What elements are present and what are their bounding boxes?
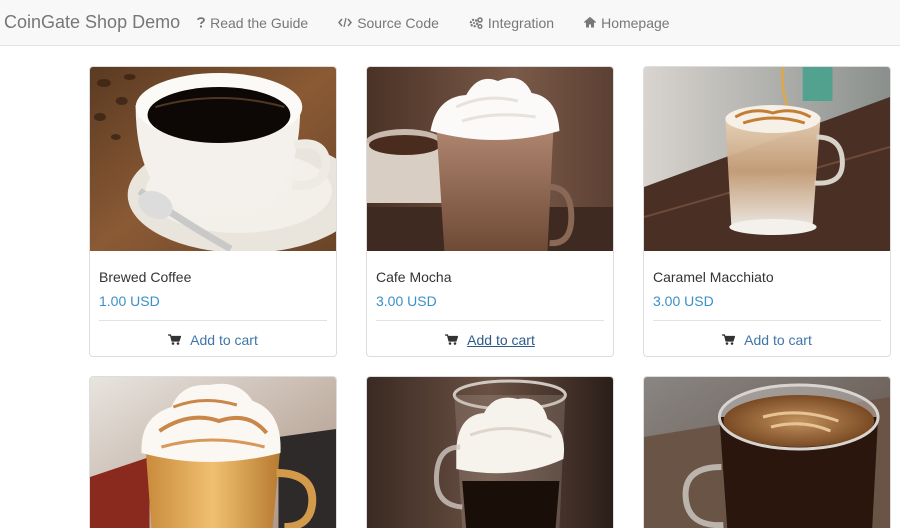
brewed-coffee-photo: [90, 67, 336, 251]
product-price: 3.00 USD: [376, 293, 437, 309]
glass-coffee-whipped-photo: [367, 377, 613, 528]
shopping-cart-icon: [168, 334, 182, 345]
espresso-glass-photo: [644, 377, 890, 528]
nav-homepage[interactable]: Homepage: [584, 15, 670, 31]
product-name: Cafe Mocha: [376, 269, 452, 285]
add-to-cart-label: Add to cart: [467, 331, 535, 348]
code-icon: [338, 17, 353, 28]
question-icon: [197, 17, 206, 28]
product-price: 1.00 USD: [99, 293, 160, 309]
add-to-cart-button[interactable]: Add to cart: [376, 321, 604, 356]
brand-link[interactable]: CoinGate Shop Demo: [4, 12, 180, 33]
add-to-cart-label: Add to cart: [190, 331, 258, 348]
shopping-cart-icon: [445, 334, 459, 345]
nav-read-guide[interactable]: Read the Guide: [197, 15, 308, 31]
cafe-mocha-photo: [367, 67, 613, 251]
home-icon: [584, 17, 597, 28]
whipped-cream-drink-photo: [90, 377, 336, 528]
product-card: Caramel Macchiato 3.00 USD Add to cart: [643, 66, 891, 357]
product-name: Brewed Coffee: [99, 269, 192, 285]
nav-homepage-label: Homepage: [601, 14, 670, 31]
nav-source-code-label: Source Code: [357, 14, 439, 31]
product-name: Caramel Macchiato: [653, 269, 774, 285]
caramel-macchiato-photo: [644, 67, 890, 251]
product-card: [643, 376, 891, 528]
cogs-icon: [469, 16, 483, 29]
nav-integration-label: Integration: [487, 14, 555, 31]
nav-source-code[interactable]: Source Code: [338, 15, 439, 31]
add-to-cart-button[interactable]: Add to cart: [99, 321, 327, 356]
product-card: [366, 376, 614, 528]
product-price: 3.00 USD: [653, 293, 714, 309]
product-card: Brewed Coffee 1.00 USD Add to cart: [89, 66, 337, 357]
nav-integration[interactable]: Integration: [469, 15, 554, 31]
nav-read-guide-label: Read the Guide: [210, 14, 309, 31]
shopping-cart-icon: [722, 334, 736, 345]
add-to-cart-label: Add to cart: [744, 331, 812, 348]
product-card: Cafe Mocha 3.00 USD Add to cart: [366, 66, 614, 357]
top-navbar: CoinGate Shop Demo Read the Guide Source…: [0, 0, 900, 46]
add-to-cart-button[interactable]: Add to cart: [653, 321, 881, 356]
product-card: [89, 376, 337, 528]
